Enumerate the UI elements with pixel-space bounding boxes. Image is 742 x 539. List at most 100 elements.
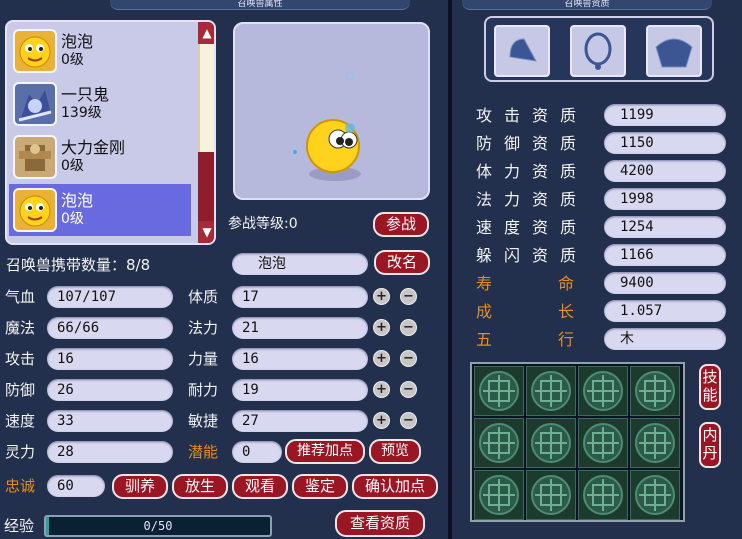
constitution-label: 体质 — [188, 288, 219, 306]
pet-preview — [233, 22, 430, 200]
skill-slot[interactable] — [526, 366, 576, 416]
recommend-points-button[interactable]: 推荐加点 — [285, 439, 365, 464]
aptitude-value: 1998 — [604, 188, 726, 210]
strength-value: 16 — [232, 348, 368, 370]
aptitude-value: 1199 — [604, 104, 726, 126]
agility-plus-button[interactable]: + — [373, 412, 390, 429]
right-title-bar: 召唤兽资质 — [462, 0, 712, 10]
constitution-minus-button[interactable]: − — [400, 288, 417, 305]
skill-slot[interactable] — [578, 366, 628, 416]
element-value: 木 — [604, 328, 726, 350]
ghost-pet-icon — [13, 82, 57, 126]
pet-name: 泡泡 — [61, 32, 94, 51]
aptitude-value: 1166 — [604, 244, 726, 266]
scroll-down-button[interactable]: ▼ — [198, 221, 214, 243]
bubble-pet-icon — [13, 29, 57, 73]
speed-label: 速度 — [5, 412, 36, 430]
magic-plus-button[interactable]: + — [373, 319, 390, 336]
spirit-label: 灵力 — [5, 443, 36, 461]
aptitude-value: 1150 — [604, 132, 726, 154]
pet-name: 泡泡 — [61, 191, 94, 210]
armor-icon[interactable] — [646, 25, 702, 77]
pet-level: 139级 — [61, 105, 102, 121]
pet-name: 一只鬼 — [61, 85, 110, 104]
skill-slot[interactable] — [578, 418, 628, 468]
endurance-value: 19 — [232, 379, 368, 401]
left-title-bar: 召唤兽属性 — [110, 0, 410, 10]
scroll-thumb[interactable] — [198, 44, 214, 152]
pet-level: 0级 — [61, 158, 84, 174]
pet-list: 泡泡 0级 一只鬼 139级 大力金刚 0级 泡泡 0级 ▲ ▼ — [5, 20, 216, 245]
skill-slot[interactable] — [526, 470, 576, 520]
endurance-plus-button[interactable]: + — [373, 381, 390, 398]
exp-label: 经验 — [4, 517, 35, 535]
aptitude-label: 体力资质 — [476, 162, 589, 181]
tame-button[interactable]: 驯养 — [112, 474, 168, 499]
list-item[interactable]: 泡泡 0级 — [9, 25, 191, 77]
right-title: 召唤兽资质 — [564, 0, 610, 9]
bubble-pet-icon — [13, 188, 57, 232]
carry-count-label: 召唤兽携带数量：8/8 — [6, 256, 151, 274]
skill-slot[interactable] — [474, 366, 524, 416]
aptitude-label: 防御资质 — [476, 134, 589, 153]
magic-value: 21 — [232, 317, 368, 339]
agility-label: 敏捷 — [188, 412, 219, 430]
skill-slot[interactable] — [578, 470, 628, 520]
hp-value: 107/107 — [47, 286, 173, 308]
attack-value: 16 — [47, 348, 173, 370]
attack-label: 攻击 — [5, 350, 36, 368]
skill-slot[interactable] — [630, 366, 680, 416]
endurance-minus-button[interactable]: − — [400, 381, 417, 398]
agility-value: 27 — [232, 410, 368, 432]
rename-button[interactable]: 改名 — [374, 250, 430, 275]
potential-label: 潜能 — [188, 443, 219, 461]
speed-value: 33 — [47, 410, 173, 432]
skill-slot[interactable] — [630, 470, 680, 520]
constitution-plus-button[interactable]: + — [373, 288, 390, 305]
battle-button[interactable]: 参战 — [373, 212, 429, 237]
aptitude-label: 速度资质 — [476, 218, 589, 237]
magic-minus-button[interactable]: − — [400, 319, 417, 336]
agility-minus-button[interactable]: − — [400, 412, 417, 429]
strength-plus-button[interactable]: + — [373, 350, 390, 367]
pet-name-field[interactable]: 泡泡 — [232, 253, 368, 275]
strength-minus-button[interactable]: − — [400, 350, 417, 367]
view-aptitude-button[interactable]: 查看资质 — [335, 510, 425, 537]
exp-bar: 0/50 — [44, 515, 272, 537]
list-item-selected[interactable]: 泡泡 0级 — [9, 184, 191, 236]
skill-slot[interactable] — [630, 418, 680, 468]
pet-level: 0级 — [61, 211, 84, 227]
release-button[interactable]: 放生 — [172, 474, 228, 499]
appraise-button[interactable]: 鉴定 — [292, 474, 348, 499]
skill-slot[interactable] — [526, 418, 576, 468]
defense-label: 防御 — [5, 381, 36, 399]
vajra-pet-icon — [13, 135, 57, 179]
skill-slot[interactable] — [474, 470, 524, 520]
magic-label: 法力 — [188, 319, 219, 337]
list-item[interactable]: 大力金刚 0级 — [9, 131, 191, 183]
scroll-up-button[interactable]: ▲ — [198, 22, 214, 44]
neidan-button[interactable]: 内丹 — [699, 422, 721, 468]
mp-value: 66/66 — [47, 317, 173, 339]
pet-level: 0级 — [61, 52, 84, 68]
skills-button[interactable]: 技能 — [699, 364, 721, 410]
confirm-points-button[interactable]: 确认加点 — [352, 474, 438, 499]
left-title: 召唤兽属性 — [237, 0, 283, 9]
growth-value: 1.057 — [604, 300, 726, 322]
aptitude-value: 4200 — [604, 160, 726, 182]
pet-attributes-panel: 召唤兽属性 泡泡 0级 一只鬼 139级 大力金刚 0级 泡泡 0级 ▲ ▼ 参… — [0, 0, 448, 539]
list-item[interactable]: 一只鬼 139级 — [9, 78, 191, 130]
defense-value: 26 — [47, 379, 173, 401]
helmet-icon[interactable] — [494, 25, 550, 77]
hp-label: 气血 — [5, 288, 36, 306]
view-button[interactable]: 观看 — [232, 474, 288, 499]
pet-model-image — [293, 71, 361, 181]
necklace-icon[interactable] — [570, 25, 626, 77]
aptitude-label: 法力资质 — [476, 190, 589, 209]
preview-button[interactable]: 预览 — [369, 439, 421, 464]
aptitude-label: 躲闪资质 — [476, 246, 589, 265]
lifespan-value: 9400 — [604, 272, 726, 294]
skill-slot[interactable] — [474, 418, 524, 468]
equipment-slots — [484, 16, 714, 82]
battle-level-label: 参战等级:0 — [228, 216, 298, 232]
